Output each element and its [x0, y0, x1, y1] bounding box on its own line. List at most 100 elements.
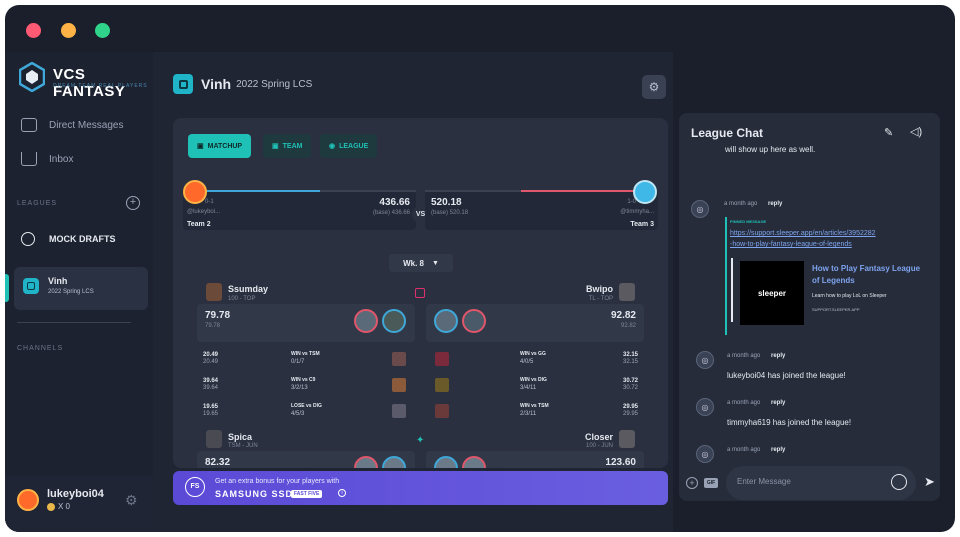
reply-link[interactable]: reply [771, 353, 785, 359]
game-points-right: 32.15 [622, 352, 638, 358]
team-logo-icon: ✦ [416, 435, 425, 446]
league-item-vinh[interactable]: Vinh 2022 Spring LCS [14, 267, 148, 310]
close-window-button[interactable] [26, 23, 41, 38]
team-right-score[interactable]: 520.18 (base) 520.18 1-0 @timmyha... Tea… [425, 190, 658, 230]
player-meta-left: 100 - TOP [228, 296, 256, 302]
week-selector[interactable]: Wk. 8 ▼ [389, 254, 453, 272]
pinned-link-2[interactable]: -how-to-play-fantasy-league-of-legends [730, 241, 852, 248]
app-window: VCS FANTASY DREAM TEAM REAL PLAYERS Dire… [5, 5, 955, 532]
minimize-window-button[interactable] [61, 23, 76, 38]
champion-thumb [392, 404, 406, 418]
matchup-card: ▣ MATCHUP ▣ TEAM ◉ LEAGUE 0-1 @lukeyboi... … [173, 118, 668, 468]
emoji-icon[interactable] [891, 474, 907, 490]
nav-mock-drafts[interactable]: MOCK DRAFTS [21, 230, 116, 248]
champion-icon [382, 309, 406, 333]
input-placeholder: Enter Message [737, 477, 791, 486]
league-badge-icon [173, 74, 193, 94]
player-meta-right: TL - TOP [588, 296, 613, 302]
gif-button[interactable]: GIF [704, 478, 718, 488]
champion-icon [462, 456, 486, 468]
tab-league[interactable]: ◉ LEAGUE [320, 134, 378, 158]
coin-count: X 0 [58, 502, 71, 511]
player-avatar [619, 430, 635, 448]
leagues-header: LEAGUES [17, 200, 58, 207]
pinned-bar [725, 217, 727, 335]
player-score-box-right[interactable]: 92.82 92.82 [426, 304, 644, 342]
champion-thumb [435, 352, 449, 366]
league-avatar-icon: ◎ [696, 351, 714, 369]
gear-icon: ⚙ [648, 80, 660, 94]
player-name-left[interactable]: Ssumday [228, 284, 268, 294]
tab-team[interactable]: ▣ TEAM [263, 134, 312, 158]
add-league-button[interactable]: + [126, 196, 140, 210]
banner-line2: SAMSUNG SSD [215, 489, 294, 499]
avatar[interactable] [17, 489, 39, 511]
chat-title: League Chat [691, 126, 764, 140]
main-panel: Vinh 2022 Spring LCS ⚙ ▣ MATCHUP ▣ TEAM ◉ L… [153, 52, 673, 532]
tab-label: LEAGUE [339, 142, 369, 150]
settings-gear-icon[interactable]: ⚙ [125, 492, 138, 509]
pin-icon[interactable]: ✎ [884, 126, 893, 139]
link-preview-bar [731, 258, 733, 322]
sleeper-logo-icon: sleeper [740, 261, 804, 325]
title-bar [5, 5, 955, 52]
player-name-right[interactable]: Closer [585, 432, 613, 442]
nav-inbox[interactable]: Inbox [21, 150, 73, 168]
message-input[interactable]: Enter Message [726, 466, 916, 500]
reply-link[interactable]: reply [771, 447, 785, 453]
card-title[interactable]: How to Play Fantasy League of Legends [812, 263, 924, 287]
game-points-right: 29.95 [622, 404, 638, 410]
avatar [183, 180, 207, 204]
card-site: SUPPORT.SLEEPER.APP [812, 307, 860, 312]
player-score-box-left[interactable]: 82.32 [197, 451, 415, 468]
game-row: 20.49 20.49 WIN vs TSM 0/1/7 WIN vs GG 4… [197, 347, 644, 373]
player-score: 92.82 [610, 310, 636, 321]
league-chat-panel: League Chat ✎ ◁) will show up here as we… [679, 113, 940, 501]
pinned-link-1[interactable]: https://support.sleeper.app/en/articles/… [730, 230, 876, 237]
champion-icon [434, 309, 458, 333]
maximize-window-button[interactable] [95, 23, 110, 38]
player-score-box-right[interactable]: 123.60 [426, 451, 644, 468]
game-row: 19.65 19.65 LOSE vs DIG 4/5/3 WIN vs TSM… [197, 399, 644, 425]
speaker-icon[interactable]: ◁) [910, 125, 922, 138]
game-points-left: 20.49 [203, 352, 219, 358]
page-title: Vinh [201, 76, 232, 92]
team-record: 0-1 [205, 199, 214, 205]
champion-icon [462, 309, 486, 333]
divider [17, 322, 131, 323]
team-icon: ▣ [272, 143, 279, 150]
game-kda-left: 0/1/7 [291, 359, 305, 365]
reply-link[interactable]: reply [771, 400, 785, 406]
card-description: Learn how to play LoL on Sleeper [812, 293, 887, 299]
add-attachment-icon[interactable]: + [686, 477, 698, 489]
username: lukeyboi04 [47, 488, 104, 500]
coin-icon [47, 503, 55, 511]
player-name-right[interactable]: Bwipo [586, 284, 613, 294]
team-handle: @timmyha... [620, 209, 654, 215]
progress-bar-right [425, 190, 638, 192]
league-name: Vinh [48, 276, 68, 286]
game-result-left: WIN vs TSM [291, 351, 320, 357]
message-time: a month ago [724, 201, 758, 207]
league-settings-button[interactable]: ⚙ [642, 75, 666, 99]
game-kda-left: 3/2/13 [291, 385, 308, 391]
tab-matchup[interactable]: ▣ MATCHUP [188, 134, 252, 158]
promo-banner[interactable]: FS Get an extra bonus for your players w… [173, 471, 668, 505]
player-avatar [206, 283, 222, 301]
champion-icon [382, 456, 406, 468]
team-base: (base) 520.18 [431, 210, 469, 216]
chat-input-row: + GIF Enter Message ➤ [679, 462, 940, 502]
send-icon[interactable]: ➤ [924, 474, 935, 490]
champion-thumb [435, 378, 449, 392]
info-icon[interactable]: i [338, 489, 346, 497]
tab-label: TEAM [282, 142, 303, 150]
nav-direct-messages[interactable]: Direct Messages [21, 116, 123, 134]
player-name-left[interactable]: Spica [228, 432, 252, 442]
reply-link[interactable]: reply [768, 201, 782, 207]
team-left-score[interactable]: 0-1 @lukeyboi... 436.66 (base) 436.66 Te… [183, 190, 416, 230]
message-time: a month ago [727, 400, 761, 406]
player-score: 82.32 [205, 457, 231, 468]
message-time: a month ago [727, 353, 761, 359]
team-score: 436.66 [379, 197, 410, 208]
player-score-box-left[interactable]: 79.78 79.78 [197, 304, 415, 342]
